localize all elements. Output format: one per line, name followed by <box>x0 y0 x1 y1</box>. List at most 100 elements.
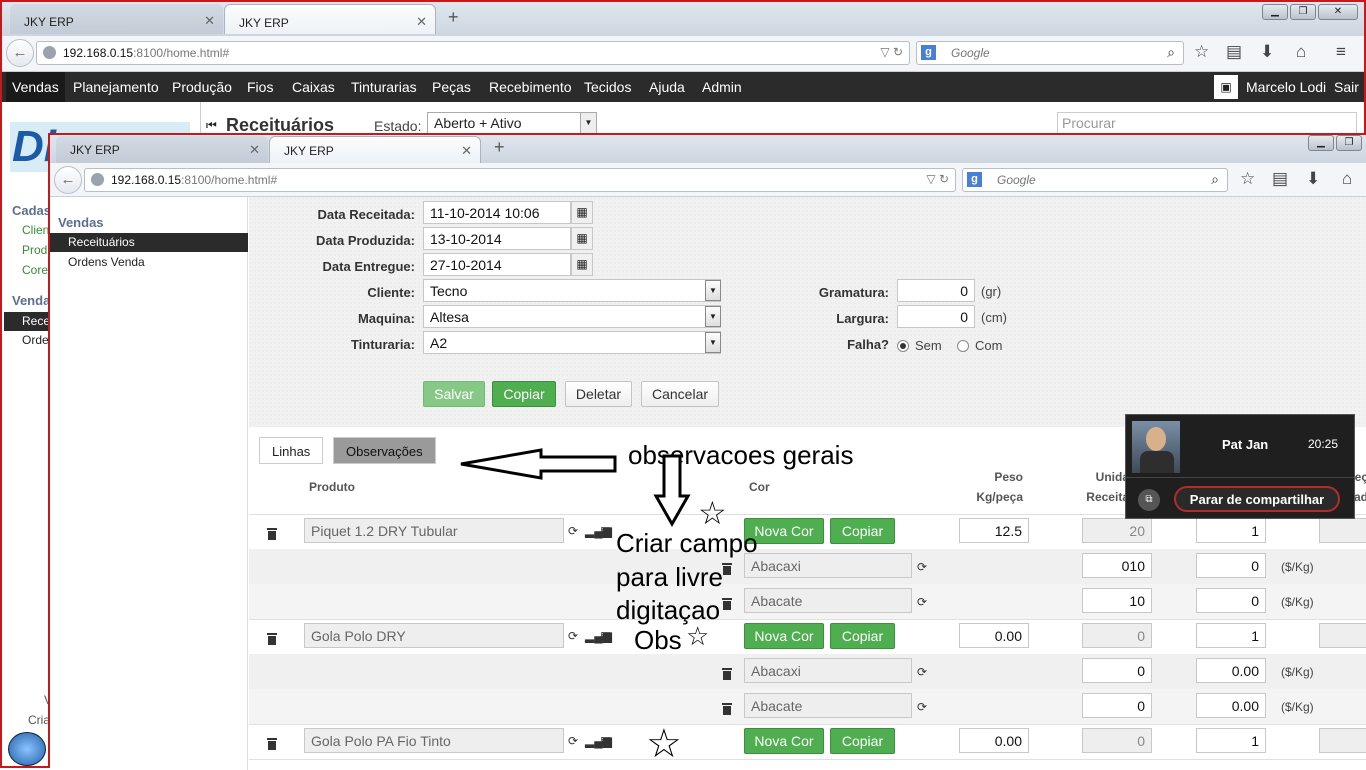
qty-input[interactable]: 1 <box>1196 728 1266 753</box>
menu-caixas[interactable]: Caixas <box>292 79 335 95</box>
refresh-icon[interactable]: ⟳ <box>568 629 578 643</box>
calendar-icon[interactable]: ▦ <box>571 253 593 276</box>
menu-producao[interactable]: Produção <box>172 79 232 95</box>
largura-input[interactable]: 0 <box>897 305 975 328</box>
menu-planejamento[interactable]: Planejamento <box>73 79 159 95</box>
color-value-b[interactable]: 0 <box>1196 553 1266 578</box>
cancelar-button[interactable]: Cancelar <box>641 381 719 407</box>
chevron-down-icon[interactable]: ▼ <box>705 332 721 353</box>
sidebar-item-ordens-venda[interactable]: Ordens Venda <box>68 255 145 269</box>
trash-icon[interactable] <box>267 738 277 750</box>
salvar-button[interactable]: Salvar <box>423 381 485 407</box>
maximize-icon[interactable]: ❐ <box>1290 4 1316 20</box>
cliente-select[interactable]: Tecno <box>423 279 721 302</box>
reload-icon[interactable]: ▽ ↻ <box>926 172 949 186</box>
trash-icon[interactable] <box>267 633 277 645</box>
url-bar[interactable]: 192.168.0.15:8100/home.html# ▽ ↻ <box>36 41 910 65</box>
collapse-icon[interactable]: ⏮ <box>206 118 217 133</box>
calendar-icon[interactable]: ▦ <box>571 201 593 224</box>
user-name[interactable]: Marcelo Lodi <box>1246 79 1326 95</box>
nova-cor-button[interactable]: Nova Cor <box>744 623 824 649</box>
menu-pecas[interactable]: Peças <box>432 79 471 95</box>
copiar-row-button[interactable]: Copiar <box>830 518 895 544</box>
sidebar-item-receituarios[interactable]: Receituários <box>50 233 248 252</box>
maquina-select[interactable]: Altesa <box>423 305 721 328</box>
back-tab-2[interactable]: JKY ERP ✕ <box>224 4 436 34</box>
front-tab-2[interactable]: JKY ERP ✕ <box>269 136 481 163</box>
trash-icon[interactable] <box>267 528 277 540</box>
produto-input[interactable]: Piquet 1.2 DRY Tubular <box>304 518 564 543</box>
search-icon[interactable]: ⌕ <box>1211 171 1219 188</box>
close-icon[interactable]: ✕ <box>416 14 427 30</box>
stop-sharing-button[interactable]: Parar de compartilhar <box>1174 486 1340 512</box>
trash-icon[interactable] <box>722 563 732 575</box>
back-arrow-icon[interactable]: ← <box>54 166 82 194</box>
color-value-a[interactable]: 10 <box>1082 588 1152 613</box>
search-bar[interactable]: g Google ⌕ <box>962 168 1228 192</box>
falha-sem-radio[interactable] <box>897 340 909 352</box>
menu-tecidos[interactable]: Tecidos <box>584 79 631 95</box>
logout-link[interactable]: Sair <box>1334 79 1359 95</box>
bookmarks-icon[interactable]: ▤ <box>1226 42 1242 62</box>
refresh-icon[interactable]: ⟳ <box>568 524 578 538</box>
color-value-a[interactable]: 0 <box>1082 658 1152 683</box>
search-icon[interactable]: ⌕ <box>1167 44 1175 61</box>
qty-input[interactable]: 1 <box>1196 518 1266 543</box>
menu-recebimento[interactable]: Recebimento <box>489 79 572 95</box>
new-tab-icon[interactable]: + <box>448 7 459 28</box>
falha-com-radio[interactable] <box>957 340 969 352</box>
nova-cor-button[interactable]: Nova Cor <box>744 728 824 754</box>
minimize-icon[interactable]: ▁ <box>1308 135 1334 151</box>
sidebar-item-produtos[interactable]: Prod <box>22 243 47 257</box>
menu-vendas[interactable]: Vendas <box>6 72 65 102</box>
tab-linhas[interactable]: Linhas <box>259 437 324 464</box>
color-value-a[interactable]: 010 <box>1082 553 1152 578</box>
copiar-row-button[interactable]: Copiar <box>830 623 895 649</box>
refresh-icon[interactable]: ⟳ <box>917 665 927 679</box>
data-produzida-input[interactable]: 13-10-2014 <box>423 227 571 250</box>
sidebar-item-clientes[interactable]: Clien <box>22 223 49 237</box>
home-icon[interactable]: ⌂ <box>1296 42 1306 62</box>
chevron-down-icon[interactable]: ▼ <box>705 306 721 327</box>
menu-fios[interactable]: Fios <box>247 79 273 95</box>
cor-input[interactable]: Abacate <box>744 693 912 718</box>
trash-icon[interactable] <box>722 668 732 680</box>
download-icon[interactable]: ⬇ <box>1260 42 1274 62</box>
user-avatar-icon[interactable]: ▣ <box>1214 75 1238 99</box>
qty-input[interactable]: 1 <box>1196 623 1266 648</box>
close-window-icon[interactable]: ✕ <box>1318 4 1358 20</box>
refresh-icon[interactable]: ⟳ <box>917 595 927 609</box>
sidebar-item-cores[interactable]: Core <box>22 263 48 277</box>
download-icon[interactable]: ⬇ <box>1306 169 1320 189</box>
cor-input[interactable]: Abacaxi <box>744 553 912 578</box>
bookmark-star-icon[interactable]: ☆ <box>1194 42 1209 62</box>
data-receitada-input[interactable]: 11-10-2014 10:06 <box>423 201 571 224</box>
color-value-a[interactable]: 0 <box>1082 693 1152 718</box>
trash-icon[interactable] <box>722 598 732 610</box>
copiar-row-button[interactable]: Copiar <box>830 728 895 754</box>
refresh-icon[interactable]: ⟳ <box>917 560 927 574</box>
trash-icon[interactable] <box>722 703 732 715</box>
sidebar-item-receituarios[interactable]: Rece <box>4 312 50 331</box>
menu-tinturarias[interactable]: Tinturarias <box>351 79 417 95</box>
estado-select[interactable]: Aberto + Ativo ▼ <box>427 112 597 134</box>
maximize-icon[interactable]: ❐ <box>1336 135 1362 151</box>
produto-input[interactable]: Gola Polo PA Fio Tinto <box>304 728 564 753</box>
back-tab-1[interactable]: JKY ERP ✕ <box>10 4 223 34</box>
new-tab-icon[interactable]: + <box>494 137 505 158</box>
bookmarks-icon[interactable]: ▤ <box>1272 169 1288 189</box>
search-bar[interactable]: g Google ⌕ <box>916 41 1184 65</box>
peso-input[interactable]: 12.5 <box>959 518 1029 543</box>
close-icon[interactable]: ✕ <box>204 13 215 29</box>
grid-icon[interactable]: ▦ <box>600 629 611 643</box>
refresh-icon[interactable]: ⟳ <box>568 734 578 748</box>
tinturaria-select[interactable]: A2 <box>423 331 721 354</box>
close-icon[interactable]: ✕ <box>249 142 260 158</box>
chevron-down-icon[interactable]: ▼ <box>705 280 721 301</box>
color-value-b[interactable]: 0 <box>1196 588 1266 613</box>
grid-icon[interactable]: ▦ <box>600 524 611 538</box>
close-icon[interactable]: ✕ <box>461 143 472 159</box>
cor-input[interactable]: Abacate <box>744 588 912 613</box>
peso-input[interactable]: 0.00 <box>959 728 1029 753</box>
procurar-input[interactable]: Procurar <box>1057 112 1357 134</box>
